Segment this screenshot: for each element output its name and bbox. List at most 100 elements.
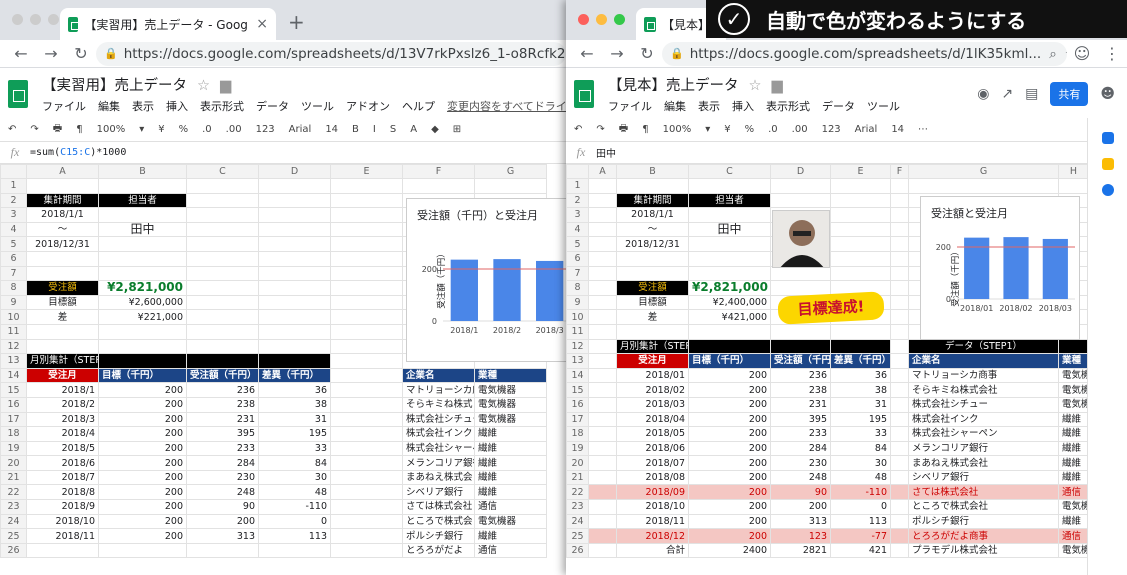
row-header[interactable]: 6 [566,250,589,267]
cell[interactable] [26,338,99,355]
menu-item[interactable]: 表示形式 [200,100,244,113]
cell[interactable] [588,426,617,442]
cell[interactable] [890,207,909,223]
toolbar-button[interactable]: 100% [663,124,692,135]
month-cell[interactable]: 200 [688,440,771,457]
toolbar-button[interactable]: ⋯ [918,124,928,135]
month-cell[interactable]: 2018/09 [616,484,689,501]
menu-item[interactable]: 表示 [132,100,154,113]
column-header[interactable]: F [890,164,909,179]
tab-sheet[interactable]: 【実習用】売上データ - Google ス × [60,8,276,40]
cell[interactable] [330,528,403,544]
forward-icon[interactable]: → [602,44,632,63]
menu-item[interactable]: 表示形式 [766,100,810,113]
cell[interactable] [588,353,617,369]
back-icon[interactable]: ← [572,44,602,63]
doc-title[interactable]: 【実習用】売上データ ☆ ▆ [42,74,231,95]
target-label[interactable]: 目標額 [616,294,689,311]
cell[interactable] [770,192,831,209]
row-header[interactable]: 11 [566,323,589,340]
menu-item[interactable]: データ [256,100,289,113]
month-cell[interactable]: 30 [258,469,331,486]
row-header[interactable]: 6 [0,250,27,267]
month-cell[interactable]: 33 [830,426,891,442]
date-separator[interactable]: 〜 [616,221,689,238]
row-header[interactable]: 11 [0,323,27,340]
company-cell[interactable]: シベリア銀行 [402,484,475,501]
cell[interactable] [588,309,617,325]
toolbar-button[interactable]: ↶ [574,124,582,135]
month-cell[interactable] [258,542,331,559]
toolbar-button[interactable]: 🖶 [53,121,62,138]
column-header[interactable]: D [258,164,331,179]
company-cell[interactable]: 繊維 [474,440,547,457]
cell[interactable] [890,440,909,457]
company-cell[interactable]: まあねえ株式会 [402,469,475,486]
row-header[interactable]: 17 [0,411,27,428]
column-header[interactable]: A [26,164,99,179]
cell[interactable] [616,265,689,282]
company-cell[interactable]: 繊維 [474,484,547,501]
toolbar-button[interactable]: 14 [325,124,338,135]
owner-dropdown[interactable]: 田中 [688,221,771,238]
company-cell[interactable]: ところで株式会 [402,513,475,530]
cell[interactable] [258,236,331,252]
month-cell[interactable]: 84 [830,440,891,457]
cell[interactable] [330,499,403,515]
cell[interactable] [330,221,403,238]
cell[interactable] [830,236,891,252]
cell[interactable] [830,338,891,355]
cell[interactable] [98,178,187,194]
cell[interactable] [890,484,909,501]
table-header[interactable]: 差異（千円） [258,367,331,384]
cell[interactable] [330,250,403,267]
month-cell[interactable]: 200 [688,469,771,486]
company-cell[interactable]: 電気機器 [474,382,547,398]
company-cell[interactable]: 電気機 [1058,542,1087,559]
cell[interactable] [588,440,617,457]
cell[interactable] [402,178,475,194]
month-cell[interactable]: 2018/11 [26,528,99,544]
company-cell[interactable]: 繊維 [474,426,547,442]
cell[interactable] [890,411,909,428]
row-header[interactable]: 10 [566,309,589,325]
cell[interactable] [330,367,403,384]
cell[interactable] [890,528,909,544]
month-cell[interactable]: 48 [830,469,891,486]
company-cell[interactable]: 繊維 [474,528,547,544]
row-header[interactable]: 19 [566,440,589,457]
row-header[interactable]: 16 [566,396,589,413]
cell[interactable] [588,528,617,544]
menu-item[interactable]: ファイル [42,100,86,113]
date-from[interactable]: 2018/1/1 [616,207,689,223]
month-cell[interactable]: 200 [688,396,771,413]
collaborator-avatar-icon[interactable]: ◉ [977,86,989,102]
formula-input[interactable]: =sum(C15:C)*1000 [30,147,126,158]
company-cell[interactable]: 電気機 [1058,382,1087,398]
company-cell[interactable]: 株式会社シチュー [908,396,1059,413]
cell[interactable] [186,323,259,340]
month-cell[interactable] [98,542,187,559]
month-cell[interactable]: 200 [98,484,187,501]
diff-value[interactable]: ¥421,000 [688,309,771,325]
cell[interactable] [890,294,909,311]
company-cell[interactable]: メランコリア銀行 [908,440,1059,457]
month-cell[interactable]: -110 [830,484,891,501]
month-cell[interactable]: 合計 [616,542,689,559]
month-cell[interactable]: 2018/6 [26,455,99,471]
toolbar-button[interactable]: ¶ [642,124,648,135]
cell[interactable] [330,280,403,296]
month-cell[interactable]: 200 [688,382,771,398]
cell[interactable] [258,250,331,267]
toolbar-button[interactable]: ↷ [30,124,38,135]
menu-item[interactable]: 表示 [698,100,720,113]
cell[interactable] [258,323,331,340]
toolbar-button[interactable]: ↶ [8,124,16,135]
month-cell[interactable]: 200 [688,426,771,442]
month-cell[interactable]: 31 [258,411,331,428]
row-header[interactable]: 21 [0,469,27,486]
month-cell[interactable]: 84 [258,455,331,471]
month-cell[interactable]: 38 [830,382,891,398]
toolbar-button[interactable]: S [390,124,396,135]
column-header[interactable]: G [908,164,1059,179]
